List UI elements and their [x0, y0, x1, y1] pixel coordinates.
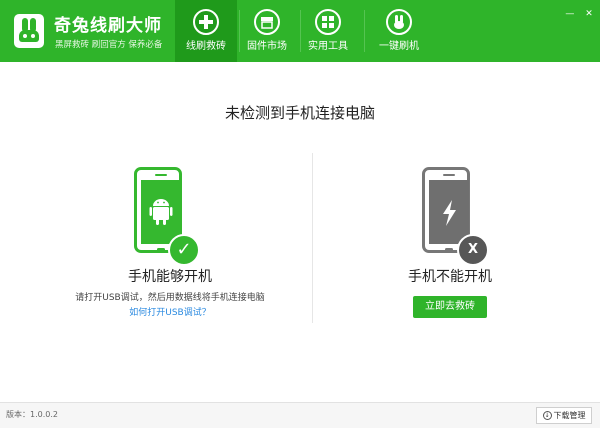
android-robot-icon: [149, 199, 173, 225]
plus-cross-icon: [193, 9, 219, 35]
lightning-bolt-icon: [443, 200, 456, 226]
status-bar: 版本：1.0.0.2 ↓ 下载管理: [0, 402, 600, 428]
close-icon[interactable]: ✕: [582, 9, 596, 19]
tab-label: 一键刷机: [379, 41, 419, 52]
version-label: 版本：1.0.0.2: [6, 410, 58, 419]
center-divider: [312, 153, 313, 323]
usb-debug-instruction: 请打开USB调试，然后用数据线将手机连接电脑: [75, 293, 265, 303]
rabbit-icon: [386, 9, 412, 35]
cross-icon: X: [457, 234, 489, 266]
tab-label: 实用工具: [308, 41, 348, 52]
header-bar: 奇兔线刷大师 黑屏救砖 刷回官方 保养必备 线刷救砖 固件市场 实用工具 一键刷…: [0, 0, 600, 62]
tab-one-click-flash[interactable]: 一键刷机: [368, 0, 430, 62]
download-manager-button[interactable]: ↓ 下载管理: [536, 407, 592, 424]
app-title: 奇兔线刷大师: [54, 16, 162, 36]
tab-utilities[interactable]: 实用工具: [297, 0, 359, 62]
check-icon: ✓: [168, 234, 200, 266]
grid-icon: [315, 9, 341, 35]
how-to-enable-usb-debug-link[interactable]: 如何打开USB调试？: [40, 307, 300, 319]
store-icon: [254, 9, 280, 35]
page-title: 未检测到手机连接电脑: [224, 104, 375, 122]
app-slogan: 黑屏救砖 刷回官方 保养必备: [55, 40, 163, 50]
rescue-now-button[interactable]: 立即去救砖: [413, 296, 487, 318]
phone-can-boot-title: 手机能够开机: [128, 269, 212, 285]
rabbit-logo-icon: [14, 14, 44, 48]
download-manager-label: 下载管理: [553, 411, 586, 420]
minimize-icon[interactable]: —: [563, 9, 577, 19]
window-controls: — ✕: [563, 1, 596, 19]
phone-cannot-boot-title: 手机不能开机: [408, 269, 492, 285]
download-icon: ↓: [542, 411, 552, 420]
